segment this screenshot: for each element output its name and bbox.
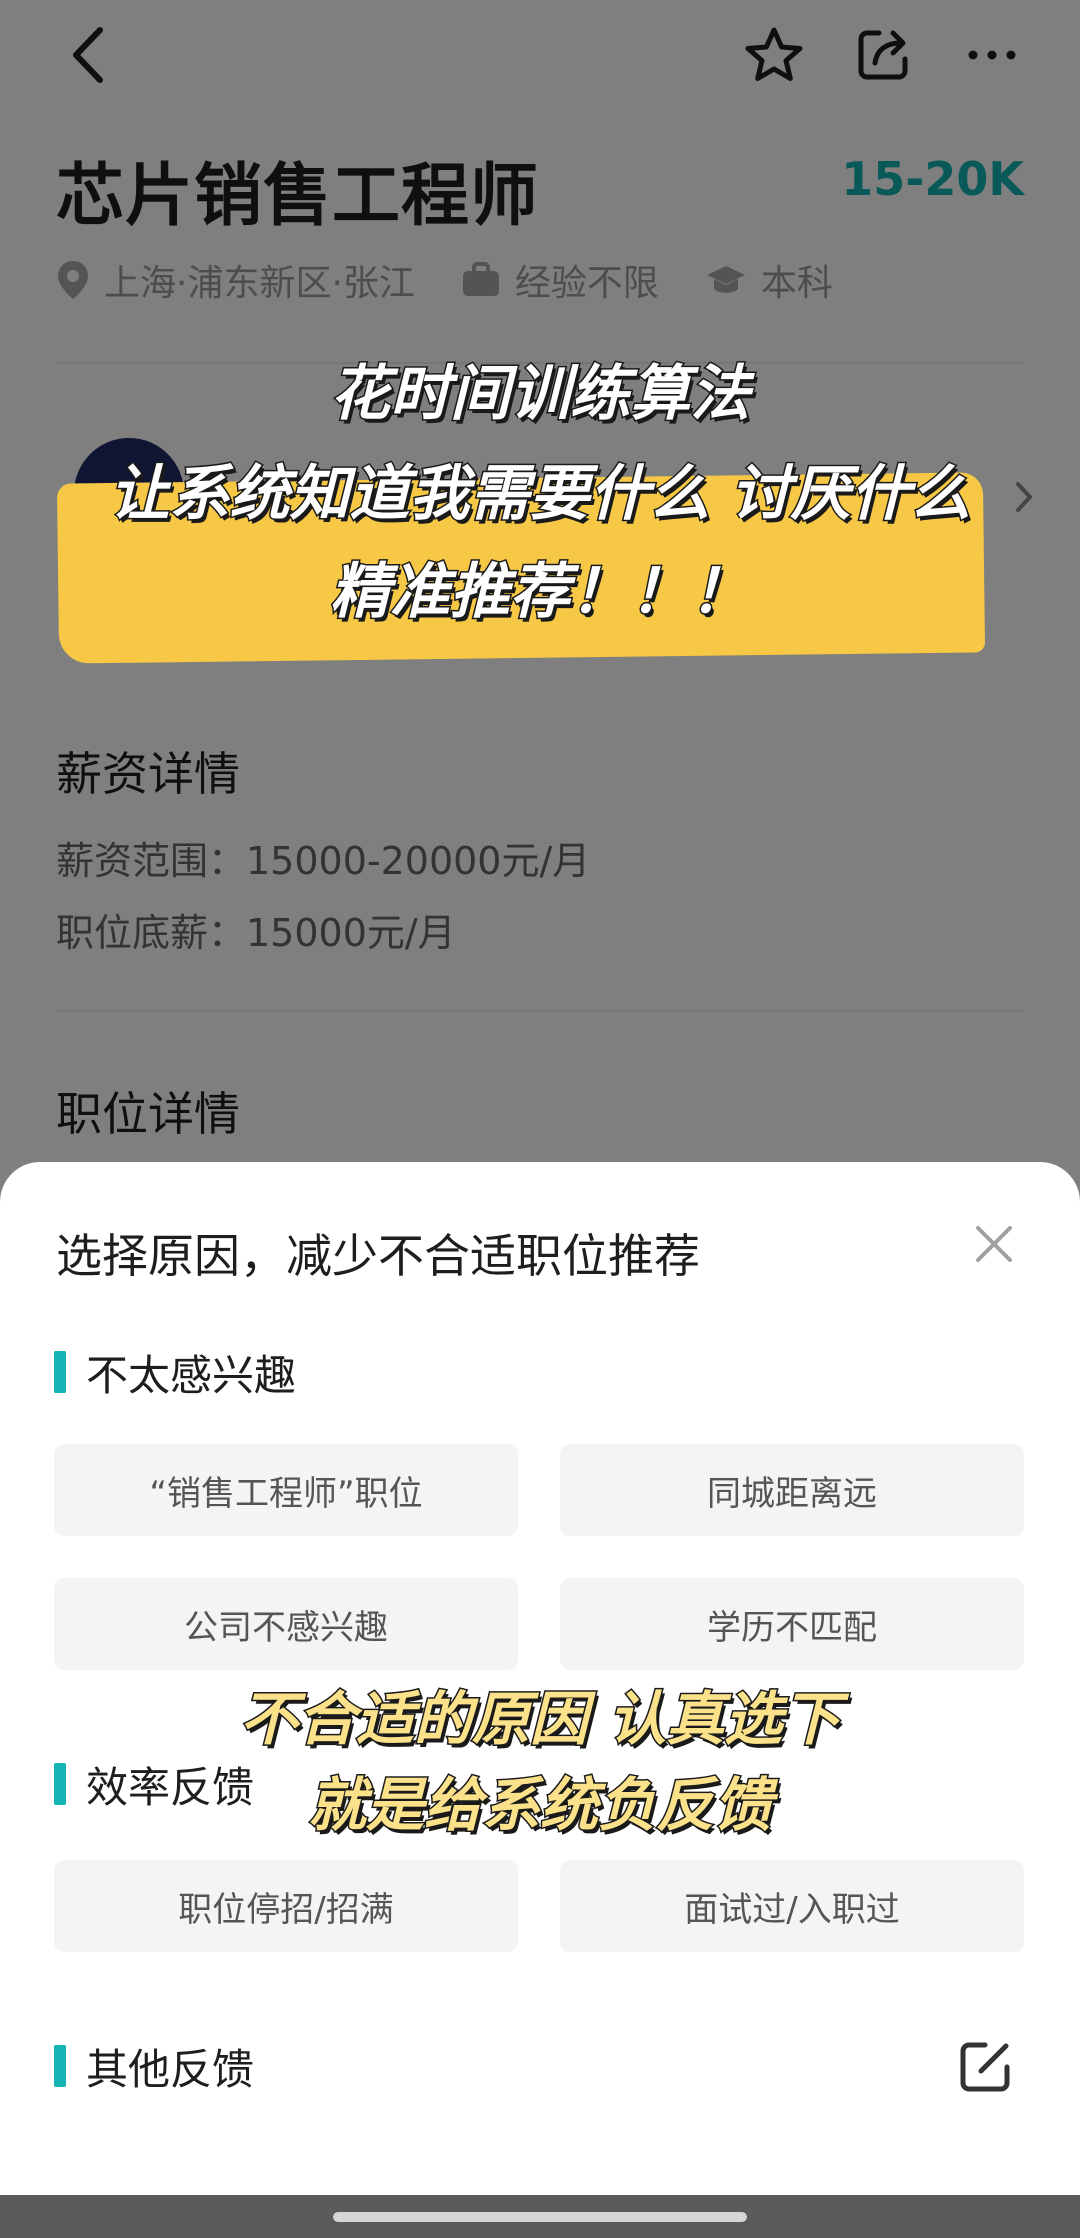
home-indicator[interactable] (333, 2212, 747, 2222)
group-accent-bar (54, 2045, 66, 2087)
group-header-not-interested: 不太感兴趣 (54, 1342, 296, 1402)
caption-line-3: 精准推荐！！！ (329, 556, 752, 629)
caption-line-1: 花时间训练算法 (329, 358, 752, 431)
edit-icon (960, 2042, 1010, 2092)
group-label: 其他反馈 (86, 2044, 255, 2094)
option-position-type[interactable]: “销售工程师”职位 (54, 1444, 518, 1536)
caption-line-5: 就是给系统负反馈 (306, 1770, 773, 1841)
caption-line-4: 不合适的原因 认真选下 (238, 1684, 841, 1755)
caption-line-2: 让系统知道我需要什么 讨厌什么 (108, 458, 972, 531)
option-position-closed[interactable]: 职位停招/招满 (54, 1860, 518, 1952)
close-icon (976, 1226, 1012, 1262)
group-accent-bar (54, 1351, 66, 1393)
option-interviewed-before[interactable]: 面试过/入职过 (560, 1860, 1024, 1952)
group-header-other: 其他反馈 (54, 2036, 254, 2096)
option-distance-far[interactable]: 同城距离远 (560, 1444, 1024, 1536)
option-education-mismatch[interactable]: 学历不匹配 (560, 1578, 1024, 1670)
sheet-title: 选择原因，减少不合适职位推荐 (56, 1229, 700, 1283)
option-company-not-interested[interactable]: 公司不感兴趣 (54, 1578, 518, 1670)
group-label: 不太感兴趣 (86, 1350, 297, 1400)
job-detail-page: 芯片销售工程师 15-20K 上海·浦东新区·张江 经验不限 本科 薪资详情 薪… (0, 0, 1080, 2238)
close-button[interactable] (958, 1208, 1030, 1280)
other-feedback-edit-button[interactable] (950, 2032, 1020, 2102)
